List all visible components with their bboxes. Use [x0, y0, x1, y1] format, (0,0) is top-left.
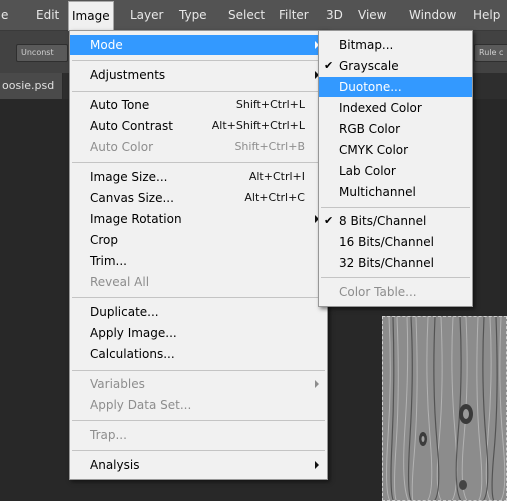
menu-item-crop[interactable]: Crop: [70, 230, 327, 250]
menu-item-apply-image[interactable]: Apply Image...: [70, 323, 327, 343]
menu-divider: [321, 277, 470, 278]
menu-item-label: Auto Contrast: [90, 119, 173, 133]
menu-item-label: Trap...: [90, 428, 127, 442]
menu-item-8-bits[interactable]: ✔ 8 Bits/Channel: [319, 211, 472, 231]
menu-item-label: Color Table...: [339, 285, 417, 299]
menu-item-label: Variables: [90, 377, 145, 391]
menu-item-auto-contrast[interactable]: Auto Contrast Alt+Shift+Ctrl+L: [70, 116, 327, 136]
menu-item-multichannel[interactable]: Multichannel: [319, 182, 472, 202]
menu-item-label: Canvas Size...: [90, 191, 174, 205]
menu-divider: [72, 370, 325, 371]
menu-item-canvas-size[interactable]: Canvas Size... Alt+Ctrl+C: [70, 188, 327, 208]
menu-layer[interactable]: Layer: [130, 0, 163, 30]
menu-item-calculations[interactable]: Calculations...: [70, 344, 327, 364]
menu-item-label: Multichannel: [339, 185, 416, 199]
wood-texture-image: [383, 317, 506, 500]
menu-item-label: Image Size...: [90, 170, 168, 184]
menu-item-label: Auto Color: [90, 140, 154, 154]
menu-item-label: Trim...: [90, 254, 127, 268]
image-menu: Mode Adjustments Auto Tone Shift+Ctrl+L …: [69, 30, 328, 480]
menu-item-color-table: Color Table...: [319, 282, 472, 302]
menu-item-label: Bitmap...: [339, 38, 394, 52]
menu-type[interactable]: Type: [179, 0, 207, 30]
menu-help[interactable]: Help: [473, 0, 500, 30]
menu-item-label: Crop: [90, 233, 119, 247]
menu-item-shortcut: Alt+Ctrl+C: [244, 191, 305, 204]
menu-divider: [72, 162, 325, 163]
menu-item-label: Duplicate...: [90, 305, 159, 319]
menu-item-label: Indexed Color: [339, 101, 422, 115]
menu-view[interactable]: View: [358, 0, 386, 30]
menu-item-auto-color: Auto Color Shift+Ctrl+B: [70, 137, 327, 157]
menu-item-shortcut: Shift+Ctrl+B: [234, 140, 305, 153]
menu-item-32-bits[interactable]: 32 Bits/Channel: [319, 253, 472, 273]
menu-item-shortcut: Alt+Shift+Ctrl+L: [211, 119, 305, 132]
menu-select[interactable]: Select: [228, 0, 265, 30]
menu-item-label: RGB Color: [339, 122, 401, 136]
menu-item-label: 16 Bits/Channel: [339, 235, 434, 249]
menu-edit[interactable]: Edit: [36, 0, 59, 30]
menu-item-label: Reveal All: [90, 275, 150, 289]
menu-item-shortcut: Shift+Ctrl+L: [235, 98, 305, 111]
menu-item-lab-color[interactable]: Lab Color: [319, 161, 472, 181]
menu-item-rgb-color[interactable]: RGB Color: [319, 119, 472, 139]
menu-item-label: Image Rotation: [90, 212, 182, 226]
unconstrained-button[interactable]: Unconst: [16, 44, 68, 62]
menu-item-reveal-all: Reveal All: [70, 272, 327, 292]
menu-item-adjustments[interactable]: Adjustments: [70, 65, 327, 85]
rule-button[interactable]: Rule c: [474, 44, 507, 62]
menu-item-variables: Variables: [70, 374, 327, 394]
menu-window[interactable]: Window: [409, 0, 456, 30]
menu-item-cmyk-color[interactable]: CMYK Color: [319, 140, 472, 160]
menu-item-bitmap[interactable]: Bitmap...: [319, 35, 472, 55]
menu-divider: [321, 207, 470, 208]
menu-item-label: Lab Color: [339, 164, 396, 178]
menu-3d[interactable]: 3D: [326, 0, 343, 30]
menu-item-label: CMYK Color: [339, 143, 409, 157]
menu-divider: [72, 60, 325, 61]
menu-filter[interactable]: Filter: [279, 0, 309, 30]
menu-item-duotone[interactable]: Duotone...: [319, 77, 472, 97]
menu-item-indexed-color[interactable]: Indexed Color: [319, 98, 472, 118]
menu-divider: [72, 91, 325, 92]
menu-divider: [72, 297, 325, 298]
menu-item-label: Duotone...: [339, 80, 402, 94]
menu-item-label: 32 Bits/Channel: [339, 256, 434, 270]
menu-item-label: Apply Data Set...: [90, 398, 192, 412]
submenu-arrow-icon: [315, 380, 319, 388]
checkmark-icon: ✔: [324, 59, 334, 72]
menu-image[interactable]: Image: [68, 1, 114, 31]
menu-item-analysis[interactable]: Analysis: [70, 455, 327, 475]
checkmark-icon: ✔: [324, 214, 334, 227]
menu-item-auto-tone[interactable]: Auto Tone Shift+Ctrl+L: [70, 95, 327, 115]
menu-item-image-size[interactable]: Image Size... Alt+Ctrl+I: [70, 167, 327, 187]
menu-item-image-rotation[interactable]: Image Rotation: [70, 209, 327, 229]
menu-item-label: 8 Bits/Channel: [339, 214, 427, 228]
menu-item-duplicate[interactable]: Duplicate...: [70, 302, 327, 322]
menu-item-trap: Trap...: [70, 425, 327, 445]
menu-divider: [72, 450, 325, 451]
menu-item-label: Grayscale: [339, 59, 399, 73]
menu-item-label: Calculations...: [90, 347, 175, 361]
menu-item-label: Auto Tone: [90, 98, 150, 112]
menu-divider: [72, 420, 325, 421]
menu-item-shortcut: Alt+Ctrl+I: [248, 170, 305, 183]
menu-item-16-bits[interactable]: 16 Bits/Channel: [319, 232, 472, 252]
menu-item-mode[interactable]: Mode: [70, 35, 327, 55]
menu-item-grayscale[interactable]: ✔ Grayscale: [319, 56, 472, 76]
menu-item-label: Mode: [90, 38, 123, 52]
mode-submenu: Bitmap... ✔ Grayscale Duotone... Indexed…: [318, 30, 473, 307]
submenu-arrow-icon: [315, 461, 319, 469]
menu-item-apply-data-set: Apply Data Set...: [70, 395, 327, 415]
document-tab[interactable]: oosie.psd: [0, 73, 63, 99]
canvas-image[interactable]: [382, 316, 507, 501]
menu-item-label: Apply Image...: [90, 326, 177, 340]
menu-item-label: Analysis: [90, 458, 140, 472]
menu-item-trim[interactable]: Trim...: [70, 251, 327, 271]
menu-bar: e Edit Image Layer Type Select Filter 3D…: [0, 0, 507, 31]
menu-file[interactable]: e: [1, 0, 8, 30]
menu-item-label: Adjustments: [90, 68, 166, 82]
